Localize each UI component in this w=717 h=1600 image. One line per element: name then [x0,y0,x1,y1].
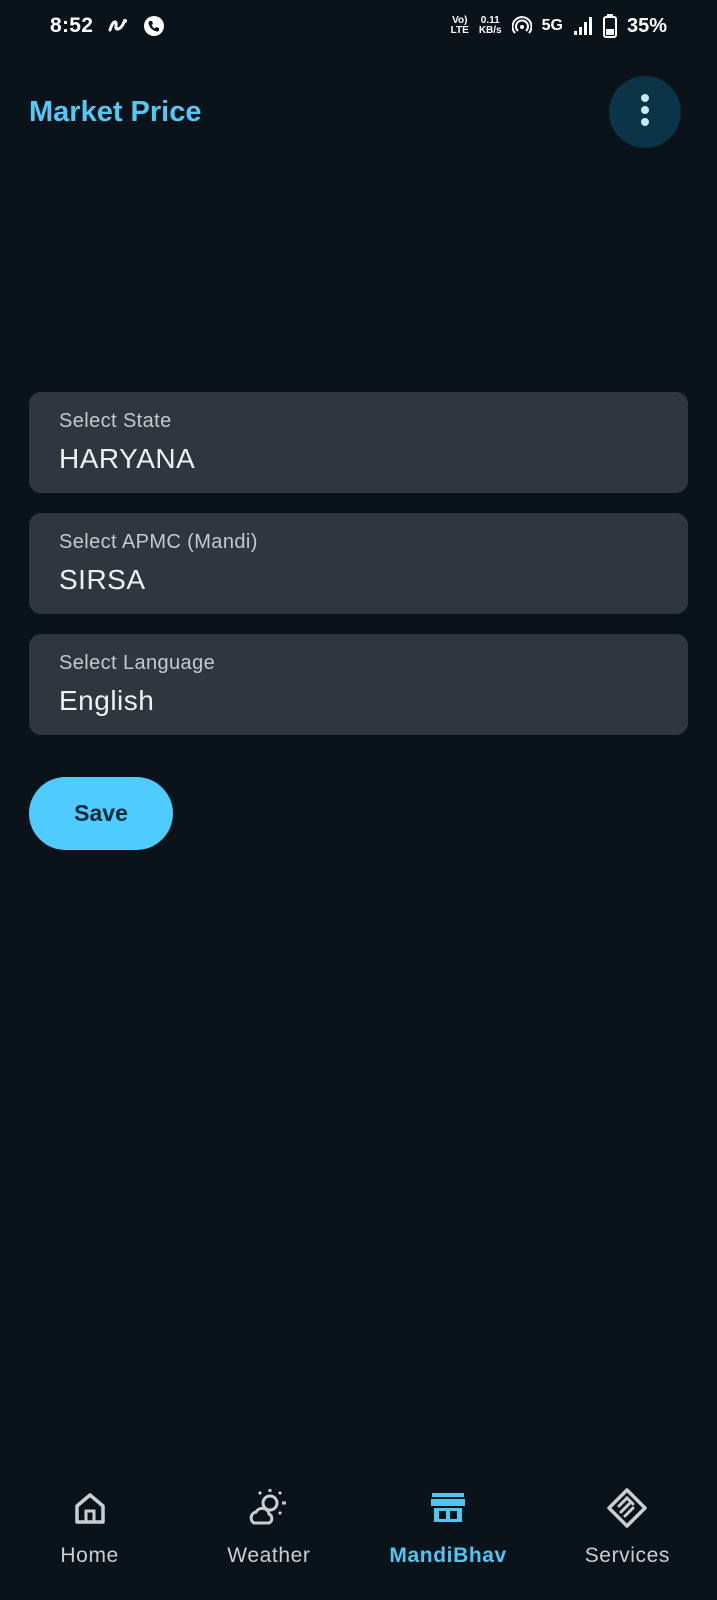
phone-call-icon [143,15,165,37]
volte-indicator: Vo) LTE [451,16,469,36]
notification-app-icon [107,16,129,36]
nav-item-mandibhav[interactable]: MandiBhav [359,1468,538,1600]
handshake-icon [605,1486,649,1530]
weather-icon [247,1486,291,1530]
apmc-select-value: SIRSA [59,564,146,595]
screen: 8:52 Vo) LTE 0.11 KB/s 5G 35% Market Pri… [0,0,717,1600]
signal-icon [573,16,593,36]
status-right: Vo) LTE 0.11 KB/s 5G 35% [451,14,667,38]
overflow-menu-button[interactable] [609,76,681,148]
volte-bottom: LTE [450,25,469,36]
status-bar: 8:52 Vo) LTE 0.11 KB/s 5G 35% [0,0,717,52]
apmc-select-label: Select APMC (Mandi) [59,531,258,553]
hotspot-icon [511,16,532,36]
language-select-label: Select Language [59,652,216,674]
language-select-value: English [59,685,155,716]
network-type: 5G [541,17,563,34]
home-icon [68,1486,112,1530]
status-left: 8:52 [50,14,165,38]
nav-label-services: Services [584,1544,671,1567]
save-button[interactable]: Save [29,777,173,850]
nav-label-weather: Weather [227,1544,311,1567]
nav-item-services[interactable]: Services [538,1468,717,1600]
app-bar: Market Price [0,76,717,148]
data-speed: 0.11 KB/s [479,16,502,36]
settings-form: Select State HARYANA Select APMC (Mandi)… [29,392,688,755]
page-title: Market Price [29,95,202,128]
nav-label-mandibhav: MandiBhav [389,1544,507,1567]
language-select[interactable]: Select Language English [29,634,688,735]
apmc-select[interactable]: Select APMC (Mandi) SIRSA [29,513,688,614]
nav-item-weather[interactable]: Weather [179,1468,358,1600]
state-select-label: Select State [59,410,172,432]
state-select-value: HARYANA [59,443,196,474]
more-vert-icon [640,93,650,132]
bottom-nav: Home Weather MandiBhav Services [0,1468,717,1600]
data-speed-unit: KB/s [478,25,502,36]
store-icon [426,1486,470,1530]
status-time: 8:52 [50,14,94,37]
battery-percent: 35% [626,14,667,37]
state-select[interactable]: Select State HARYANA [29,392,688,493]
nav-label-home: Home [60,1544,119,1567]
nav-item-home[interactable]: Home [0,1468,179,1600]
battery-icon [602,14,617,38]
